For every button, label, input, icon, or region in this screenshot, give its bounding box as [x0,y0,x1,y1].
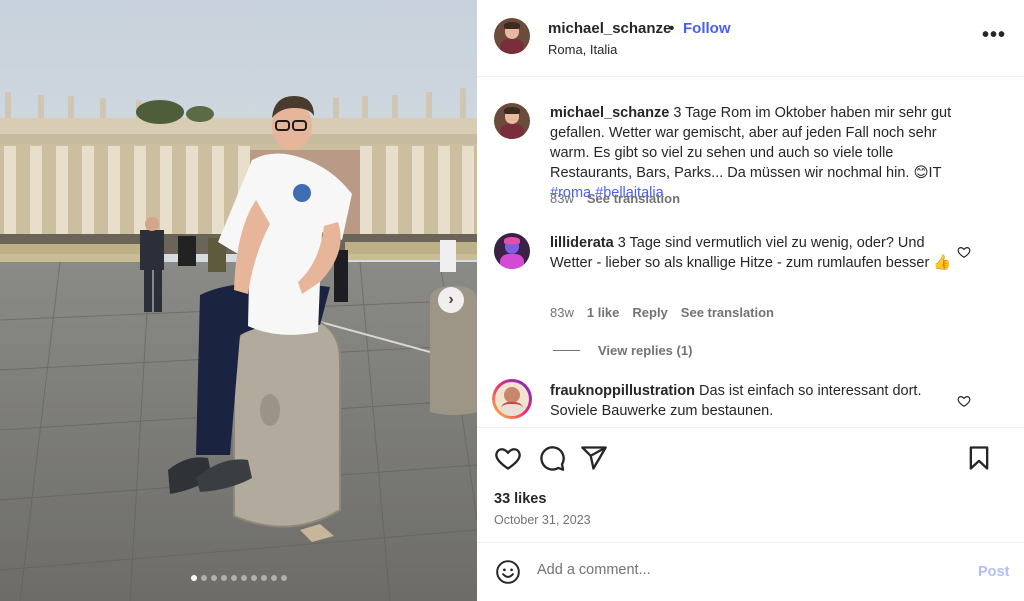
view-replies-label: View replies (1) [598,343,693,358]
carousel-dot [200,575,207,581]
ellipsis-icon[interactable]: ••• [982,24,1006,47]
instagram-post: › michael_schanze • Follow Roma, Italia … [0,0,1024,601]
heart-icon[interactable] [494,444,522,472]
share-icon[interactable] [580,444,608,472]
comment-text: frauknoppillustration Das ist einfach so… [550,381,970,421]
comment-username[interactable]: frauknoppillustration [550,383,695,399]
heart-icon[interactable] [957,394,971,408]
comment-likes[interactable]: 1 like [587,305,620,320]
bookmark-icon[interactable] [965,444,993,472]
carousel-indicator [0,575,477,581]
emoji-icon[interactable] [495,559,521,585]
divider-line [553,350,580,351]
avatar[interactable] [494,103,530,139]
avatar[interactable] [494,18,530,54]
post-date: October 31, 2023 [494,513,591,527]
separator-dot: • [669,20,675,37]
post-details-panel: michael_schanze • Follow Roma, Italia ••… [477,0,1024,601]
comment-input[interactable] [537,562,937,578]
post-actions: 33 likes October 31, 2023 [477,427,1024,542]
carousel-dot [210,575,217,581]
carousel-dot [280,575,287,581]
see-translation-link[interactable]: See translation [681,305,774,320]
comment-age: 83w [550,305,574,320]
see-translation-link[interactable]: See translation [587,191,680,206]
comment-username[interactable]: lilliderata [550,235,614,251]
follow-button[interactable]: Follow [683,20,731,37]
likes-count[interactable]: 33 likes [494,491,546,507]
carousel-dot [190,575,197,581]
post-button[interactable]: Post [978,564,1009,580]
heart-icon[interactable] [957,245,971,259]
avatar[interactable] [494,233,530,269]
add-comment-bar: Post [477,542,1024,601]
caption-text: michael_schanze 3 Tage Rom im Oktober ha… [550,103,970,203]
caption-meta: 83w See translation [550,191,680,206]
carousel-dot [220,575,227,581]
reply-button[interactable]: Reply [632,305,667,320]
comment-icon[interactable] [538,444,566,472]
caption-username[interactable]: michael_schanze [550,105,669,121]
story-ring-avatar[interactable] [492,379,532,419]
carousel-dot [230,575,237,581]
carousel-dot [260,575,267,581]
view-replies-button[interactable]: View replies (1) [553,343,692,358]
author-username[interactable]: michael_schanze [548,20,671,37]
location-link[interactable]: Roma, Italia [548,42,617,57]
carousel-dot [250,575,257,581]
carousel-dot [240,575,247,581]
post-photo[interactable]: › [0,0,477,601]
carousel-dot [270,575,277,581]
chevron-right-icon: › [448,291,454,308]
carousel-next-button[interactable]: › [438,287,464,313]
comments-list[interactable]: michael_schanze 3 Tage Rom im Oktober ha… [477,78,1024,426]
caption-age: 83w [550,191,574,206]
photo-illustration [0,0,477,601]
post-header: michael_schanze • Follow Roma, Italia ••… [477,0,1024,77]
comment-meta: 83w 1 like Reply See translation [550,305,774,320]
comment-text: lilliderata 3 Tage sind vermutlich viel … [550,233,970,273]
